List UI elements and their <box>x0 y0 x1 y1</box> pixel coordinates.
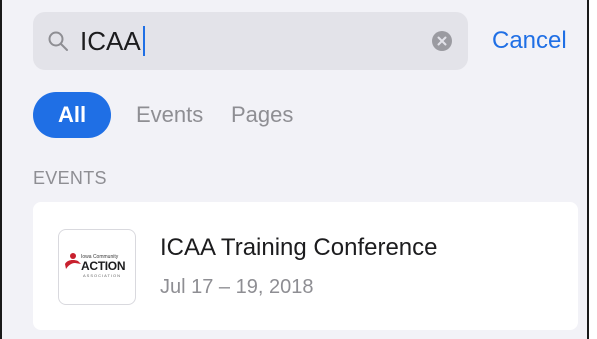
frame-margin-right <box>589 0 597 339</box>
filter-pages-tab[interactable]: Pages <box>231 92 293 138</box>
search-input[interactable]: ICAA <box>80 26 145 56</box>
event-logo: Iowa Community ACTION ASSOCIATION <box>58 229 136 305</box>
search-icon <box>48 31 68 51</box>
event-title: ICAA Training Conference <box>160 234 438 261</box>
frame-edge-left <box>0 0 2 339</box>
logo-line-2: ACTION <box>81 259 126 273</box>
logo-line-3: ASSOCIATION <box>83 273 122 278</box>
organization-logo-icon <box>65 253 81 269</box>
cancel-button[interactable]: Cancel <box>492 26 567 56</box>
clear-icon <box>432 31 452 51</box>
clear-button[interactable] <box>431 30 453 52</box>
text-caret <box>142 26 145 56</box>
filter-events-tab[interactable]: Events <box>136 92 203 138</box>
events-section-header: EVENTS <box>33 168 107 188</box>
search-screen: ICAA Cancel All Events Pages EVENTS Iowa… <box>0 0 597 339</box>
event-date: Jul 17 – 19, 2018 <box>160 276 314 298</box>
filter-all-tab[interactable]: All <box>33 92 111 138</box>
search-query: ICAA <box>80 26 141 56</box>
search-bar[interactable]: ICAA <box>33 12 468 70</box>
